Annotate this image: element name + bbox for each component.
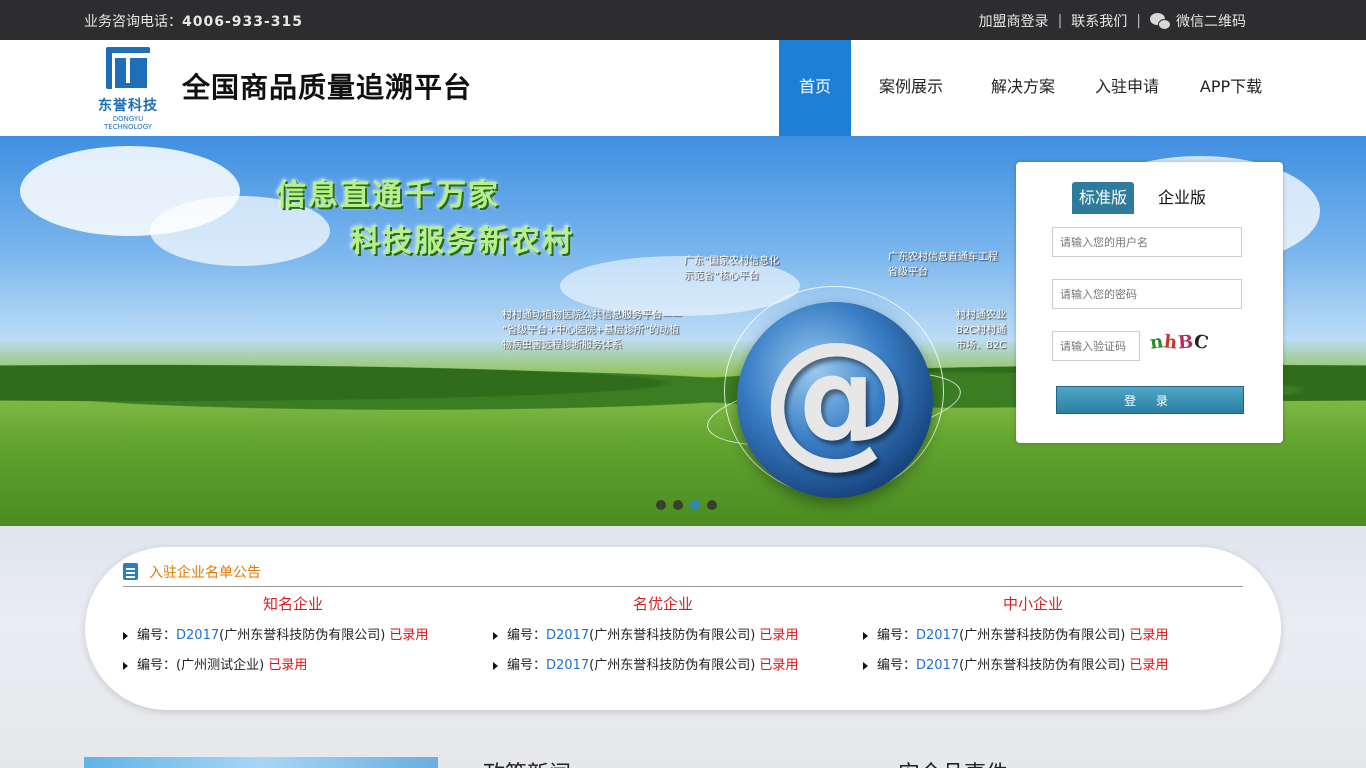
top-links: 加盟商登录 | 联系我们 | 微信二维码 — [979, 11, 1246, 31]
site-title: 全国商品质量追溯平台 — [182, 71, 473, 104]
status-badge: 已录用 — [268, 658, 308, 673]
captcha-char: C — [1192, 330, 1212, 355]
site-header: 东誉科技 DONGYU TECHNOLOGY 全国商品质量追溯平台 首页 案例展… — [0, 40, 1366, 136]
wechat-icon — [1150, 13, 1172, 31]
news-thumbnail[interactable] — [84, 757, 438, 768]
notice-list-item[interactable]: 编号：D2017(广州东誉科技防伪有限公司) 已录用 — [123, 628, 463, 658]
company-name: (广州东誉科技防伪有限公司) — [589, 628, 756, 643]
banner-slogan-line2: 科技服务新农村 — [350, 224, 574, 259]
enterprise-code: D2017 — [176, 628, 220, 643]
wechat-qr-link[interactable]: 微信二维码 — [1150, 11, 1246, 31]
username-input[interactable] — [1052, 227, 1242, 257]
password-input[interactable] — [1052, 279, 1242, 309]
enterprise-notice-panel: 入驻企业名单公告 知名企业 编号：D2017(广州东誉科技防伪有限公司) 已录用编… — [85, 547, 1281, 710]
nav-cases[interactable]: 案例展示 — [851, 40, 971, 136]
contact-us-link[interactable]: 联系我们 — [1071, 11, 1127, 31]
code-prefix: 编号： — [877, 628, 917, 643]
top-bar: 业务咨询电话：4006-933-315 加盟商登录 | 联系我们 | 微信二维码 — [0, 0, 1366, 40]
company-name: (广州测试企业) — [176, 658, 265, 673]
status-badge: 已录用 — [1129, 628, 1169, 643]
enterprise-code: D2017 — [916, 628, 960, 643]
nav-apply[interactable]: 入驻申请 — [1075, 40, 1179, 136]
code-prefix: 编号： — [137, 658, 177, 673]
notice-title[interactable]: 入驻企业名单公告 — [149, 562, 261, 582]
wechat-qr-label: 微信二维码 — [1176, 14, 1246, 30]
logo-english-name: DONGYU TECHNOLOGY — [103, 115, 153, 131]
captcha-image[interactable]: nhBC — [1149, 330, 1220, 360]
logo-mark-icon — [106, 47, 150, 91]
enterprise-code: D2017 — [916, 658, 960, 673]
slider-dot[interactable] — [673, 500, 683, 510]
at-sign: @ — [761, 310, 909, 482]
code-prefix: 编号： — [137, 628, 177, 643]
login-button[interactable]: 登 录 — [1056, 386, 1244, 414]
notice-list-item[interactable]: 编号：D2017(广州东誉科技防伪有限公司) 已录用 — [863, 658, 1203, 688]
slider-dot[interactable] — [656, 500, 666, 510]
notice-column-heading: 名优企业 — [632, 595, 693, 613]
notice-column-heading: 知名企业 — [262, 595, 323, 613]
hotline: 业务咨询电话：4006-933-315 — [84, 11, 303, 31]
safety-events-title[interactable]: 安全品事件 — [898, 756, 1008, 768]
code-prefix: 编号： — [507, 658, 547, 673]
code-prefix: 编号： — [507, 628, 547, 643]
notice-column: 中小企业 编号：D2017(广州东誉科技防伪有限公司) 已录用 编号：D2017(广… — [863, 593, 1203, 688]
banner-blurb: 村村通动植物医院公共信息服务平台—— “省级平台+中心医院+基层诊所”的动植 物… — [502, 310, 682, 351]
franchise-login-link[interactable]: 加盟商登录 — [979, 11, 1049, 31]
notice-list-item[interactable]: 编号：(广州测试企业) 已录用 — [123, 658, 463, 688]
notice-list-item[interactable]: 编号：D2017(广州东誉科技防伪有限公司) 已录用 — [493, 628, 833, 658]
separator: | — [1057, 13, 1063, 29]
banner-blurb: 广东“国家农村信息化 示范省”核心平台 — [684, 256, 780, 282]
slider-dots — [656, 500, 717, 510]
status-badge: 已录用 — [1129, 658, 1169, 673]
notice-header: 入驻企业名单公告 — [123, 561, 1243, 587]
separator: | — [1136, 13, 1141, 29]
logo-name: 东誉科技 — [98, 98, 158, 114]
notice-column-heading: 中小企业 — [1002, 595, 1063, 613]
banner-slogan-line1: 信息直通千万家 — [276, 178, 500, 213]
main-nav: 首页 案例展示 解决方案 入驻申请 APP下载 — [779, 40, 1283, 136]
code-prefix: 编号： — [877, 658, 917, 673]
enterprise-code: D2017 — [546, 658, 590, 673]
tab-enterprise[interactable]: 企业版 — [1158, 182, 1206, 214]
slider-dot[interactable] — [690, 500, 700, 510]
status-badge: 已录用 — [759, 628, 799, 643]
login-panel: 标准版 企业版 nhBC 登 录 — [1016, 162, 1283, 443]
logo[interactable]: 东誉科技 DONGYU TECHNOLOGY — [88, 47, 168, 131]
notice-column: 知名企业 编号：D2017(广州东誉科技防伪有限公司) 已录用 编号：(广州测试企业… — [123, 593, 463, 688]
banner-blurb: 村村通农业 B2C村村通 市场、B2C — [956, 310, 1007, 351]
company-name: (广州东誉科技防伪有限公司) — [959, 628, 1126, 643]
hotline-number: 4006-933-315 — [182, 14, 304, 30]
policy-news-title[interactable]: 政策新闻 — [483, 756, 571, 768]
status-badge: 已录用 — [389, 628, 429, 643]
notice-column: 名优企业 编号：D2017(广州东誉科技防伪有限公司) 已录用 编号：D2017(广… — [493, 593, 833, 688]
nav-home[interactable]: 首页 — [779, 40, 851, 136]
enterprise-code: D2017 — [546, 628, 590, 643]
banner-blurb: 广东农村信息直通车工程 省级平台 — [888, 252, 998, 278]
captcha-input[interactable] — [1052, 331, 1140, 361]
company-name: (广州东誉科技防伪有限公司) — [959, 658, 1126, 673]
status-badge: 已录用 — [759, 658, 799, 673]
company-name: (广州东誉科技防伪有限公司) — [219, 628, 386, 643]
company-name: (广州东誉科技防伪有限公司) — [589, 658, 756, 673]
notice-list-item[interactable]: 编号：D2017(广州东誉科技防伪有限公司) 已录用 — [493, 658, 833, 688]
slider-dot[interactable] — [707, 500, 717, 510]
nav-solutions[interactable]: 解决方案 — [971, 40, 1075, 136]
nav-app-download[interactable]: APP下载 — [1179, 40, 1283, 136]
globe-at-icon: @ — [737, 302, 933, 498]
notice-list-icon — [123, 563, 138, 580]
tab-standard[interactable]: 标准版 — [1072, 182, 1134, 214]
notice-list-item[interactable]: 编号：D2017(广州东誉科技防伪有限公司) 已录用 — [863, 628, 1203, 658]
hotline-label: 业务咨询电话： — [84, 14, 182, 30]
